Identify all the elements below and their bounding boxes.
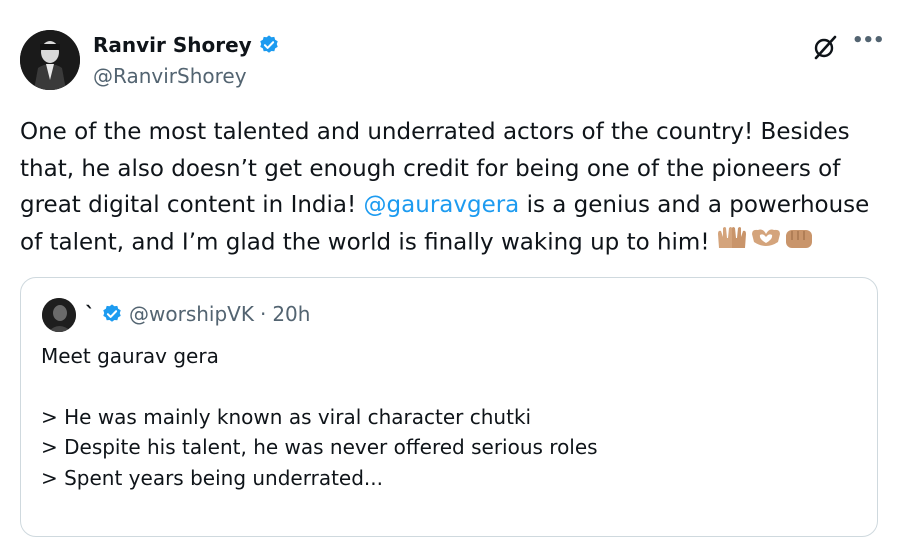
quote-author-handle[interactable]: @worshipVK — [129, 302, 254, 326]
verified-badge-icon — [259, 35, 278, 53]
quote-header: ` @worshipVK · 20h — [85, 302, 310, 326]
tweet-line-2: that, he also doesn’t get enough credit … — [20, 155, 841, 182]
quote-avatar[interactable] — [42, 298, 76, 332]
emoji-group — [716, 224, 816, 262]
more-options-icon[interactable]: ••• — [852, 30, 885, 51]
quote-line-1: Meet gaurav gera — [41, 344, 219, 368]
quote-line-3: > Despite his talent, he was never offer… — [41, 435, 598, 459]
quote-line-4: > Spent years being underrated... — [41, 466, 383, 490]
author-avatar[interactable] — [20, 30, 80, 90]
author-name-row[interactable]: Ranvir Shorey — [93, 33, 280, 57]
quote-tweet-card[interactable]: ` @worshipVK · 20h Meet gaurav gera > He… — [20, 277, 878, 537]
heart-hands-emoji — [751, 229, 780, 246]
tweet-line-4: of talent, and I’m glad the world is fin… — [20, 228, 710, 255]
tweet-line-1: One of the most talented and underrated … — [20, 119, 850, 145]
separator-dot: · — [259, 302, 267, 326]
tweet-text: One of the most talented and underrated … — [20, 114, 890, 261]
quote-line-2: > He was mainly known as viral character… — [41, 405, 532, 429]
oncoming-fist-emoji — [785, 229, 812, 248]
quote-timestamp[interactable]: 20h — [272, 302, 310, 326]
mention-link[interactable]: @gauravgera — [364, 192, 520, 218]
grok-icon[interactable] — [812, 34, 838, 60]
author-handle[interactable]: @RanvirShorey — [93, 64, 247, 88]
verified-badge-icon — [103, 304, 121, 322]
raising-hands-emoji — [717, 226, 746, 248]
tweet-line-3b: is a genius and a powerhouse — [519, 192, 870, 218]
quote-author-name[interactable]: ` — [85, 302, 95, 326]
author-name[interactable]: Ranvir Shorey — [93, 33, 252, 57]
tweet-line-3a: great digital content in India! — [20, 192, 364, 218]
